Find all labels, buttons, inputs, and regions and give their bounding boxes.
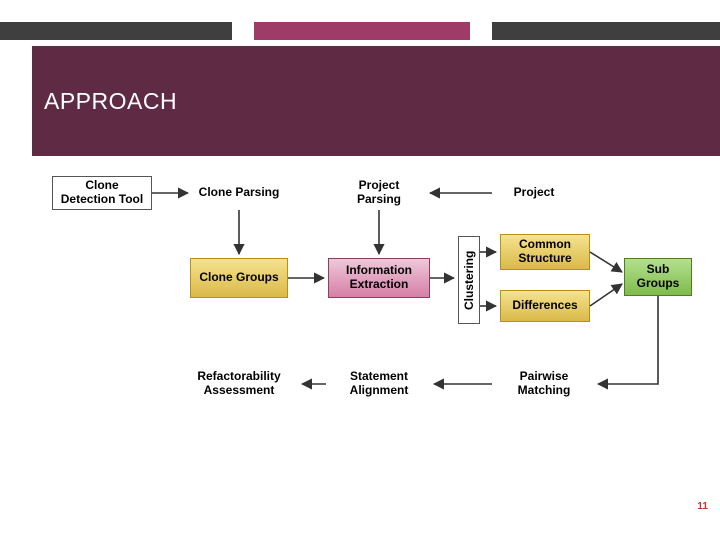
accent-bar-magenta xyxy=(254,22,470,40)
node-pairwise-matching: Pairwise Matching xyxy=(494,366,594,402)
node-clone-parsing: Clone Parsing xyxy=(192,176,286,210)
accent-bar-dark-1 xyxy=(0,22,232,40)
node-differences: Differences xyxy=(500,290,590,322)
node-project-parsing: Project Parsing xyxy=(332,176,426,210)
node-information-extraction: Information Extraction xyxy=(328,258,430,298)
accent-bars xyxy=(0,22,720,40)
node-sub-groups: Sub Groups xyxy=(624,258,692,296)
page-number: 11 xyxy=(697,501,708,512)
node-clustering: Clustering xyxy=(458,236,480,324)
diagram: Clone Detection Tool Clone Parsing Proje… xyxy=(0,168,720,540)
title-band: APPROACH xyxy=(32,46,720,156)
node-statement-alignment: Statement Alignment xyxy=(328,366,430,402)
node-common-structure: Common Structure xyxy=(500,234,590,270)
node-refactorability-assessment: Refactorability Assessment xyxy=(178,366,300,402)
node-clone-detection-tool: Clone Detection Tool xyxy=(52,176,152,210)
slide-title: APPROACH xyxy=(44,88,177,115)
node-project: Project xyxy=(494,176,574,210)
accent-bar-dark-2 xyxy=(492,22,720,40)
node-clone-groups: Clone Groups xyxy=(190,258,288,298)
